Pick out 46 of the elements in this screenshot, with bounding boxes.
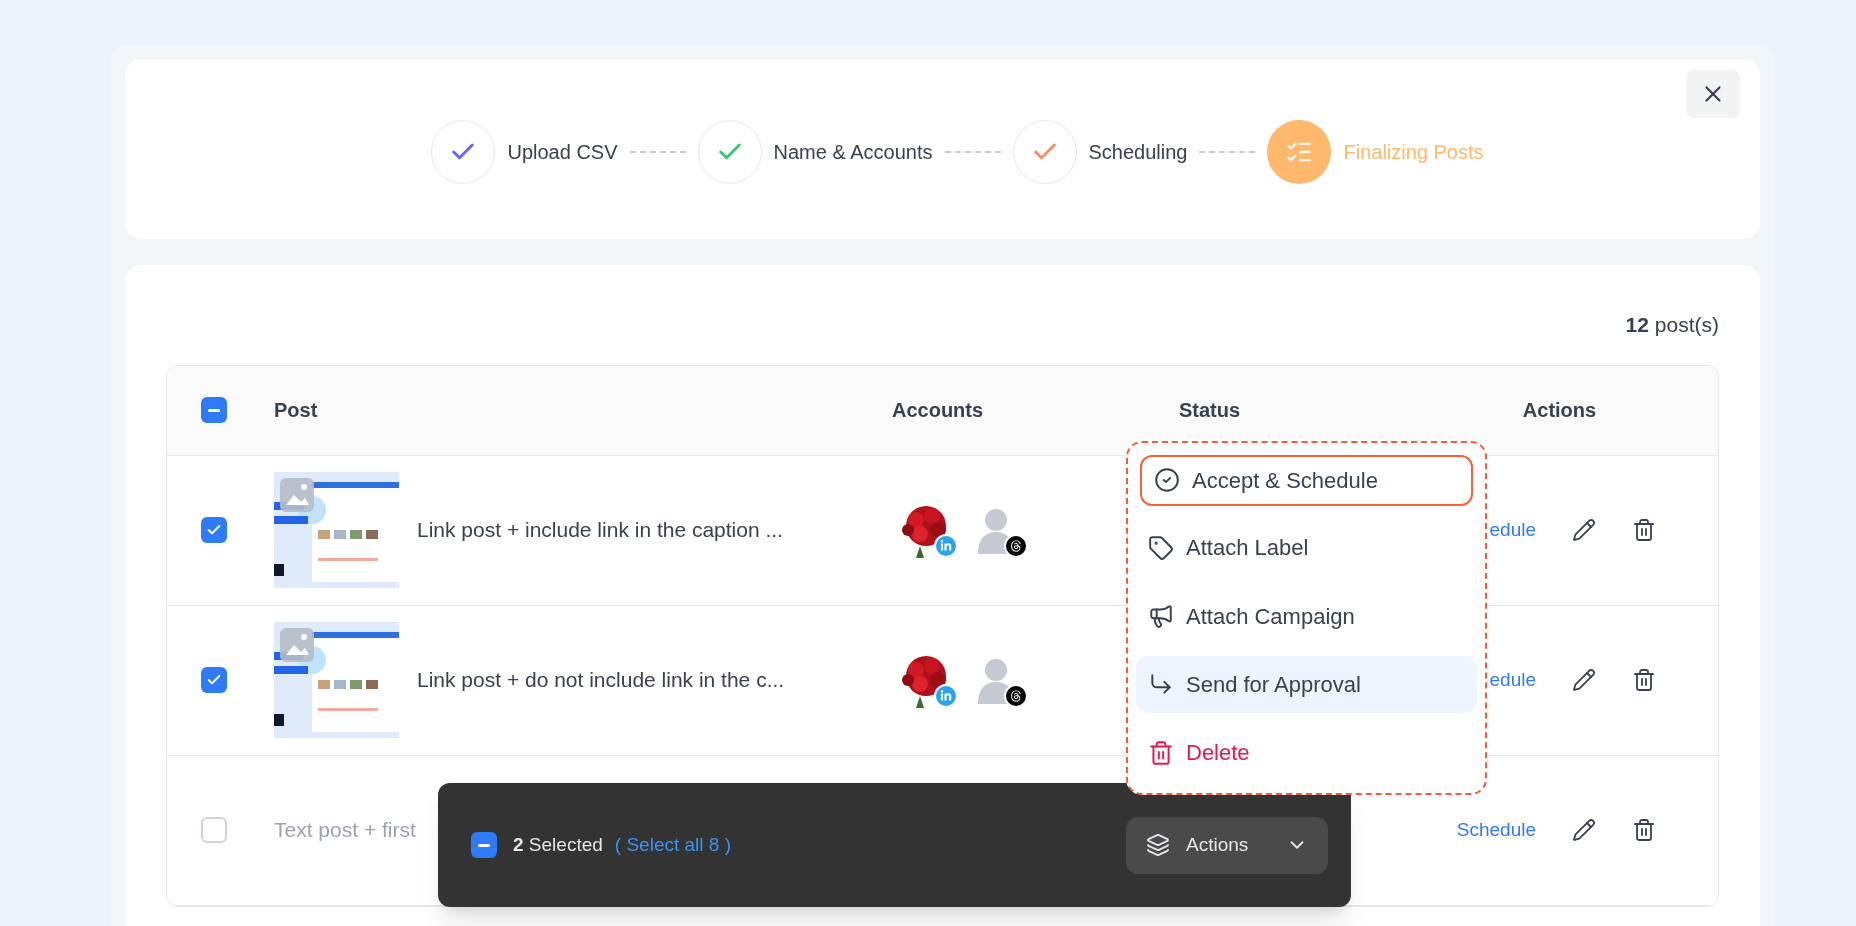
edit-icon[interactable]: [1572, 818, 1596, 842]
step-label: Upload CSV: [507, 140, 618, 165]
minus-icon: [207, 408, 220, 412]
checkbox[interactable]: [200, 667, 227, 693]
step-label: Name & Accounts: [773, 140, 933, 165]
megaphone-icon: [1148, 603, 1174, 630]
linkedin-icon: [934, 684, 958, 708]
menu-item[interactable]: Attach Label: [1136, 519, 1477, 576]
actions-button[interactable]: Actions: [1126, 816, 1328, 874]
post-count: 12 post(s): [1625, 312, 1719, 338]
step-label: Scheduling: [1088, 140, 1188, 165]
select-all-link[interactable]: ( Select all 8 ): [614, 830, 731, 860]
column-header: Post: [273, 398, 318, 423]
trash-icon[interactable]: [1632, 668, 1656, 692]
threads-icon: [1004, 684, 1028, 708]
column-header: Accounts: [891, 398, 984, 423]
schedule-link[interactable]: edule: [1489, 515, 1536, 545]
column-header: Actions: [1522, 398, 1597, 423]
selected-count: 2 Selected: [513, 832, 603, 857]
check-circle-icon: [1154, 467, 1180, 494]
checkbox[interactable]: [471, 832, 497, 858]
edit-icon[interactable]: [1572, 668, 1596, 692]
threads-icon: [1004, 534, 1028, 558]
edit-icon[interactable]: [1572, 518, 1596, 542]
column-header: Status: [1178, 398, 1241, 423]
checkbox[interactable]: [200, 817, 227, 843]
tag-icon: [1148, 534, 1174, 561]
trash-icon[interactable]: [1632, 818, 1656, 842]
layers-icon: [1146, 833, 1170, 857]
menu-item[interactable]: Send for Approval: [1136, 656, 1477, 713]
minus-icon: [478, 843, 490, 847]
menu-item[interactable]: Delete: [1136, 724, 1477, 781]
step-label: Finalizing Posts: [1343, 140, 1484, 165]
trash-icon: [1148, 739, 1174, 766]
post-text: Link post + include link in the caption ...: [417, 517, 783, 544]
trash-icon[interactable]: [1632, 518, 1656, 542]
menu-item[interactable]: Accept & Schedule: [1140, 455, 1473, 506]
post-text: Link post + do not include link in the c...: [417, 667, 785, 694]
checkbox[interactable]: [200, 397, 227, 423]
checkbox[interactable]: [200, 517, 227, 543]
post-text: Text post + first: [274, 817, 416, 844]
schedule-link[interactable]: Schedule: [1456, 815, 1536, 845]
linkedin-icon: [934, 534, 958, 558]
menu-item[interactable]: Attach Campaign: [1136, 587, 1477, 645]
schedule-link[interactable]: edule: [1489, 665, 1536, 695]
close-button[interactable]: [1686, 70, 1740, 118]
